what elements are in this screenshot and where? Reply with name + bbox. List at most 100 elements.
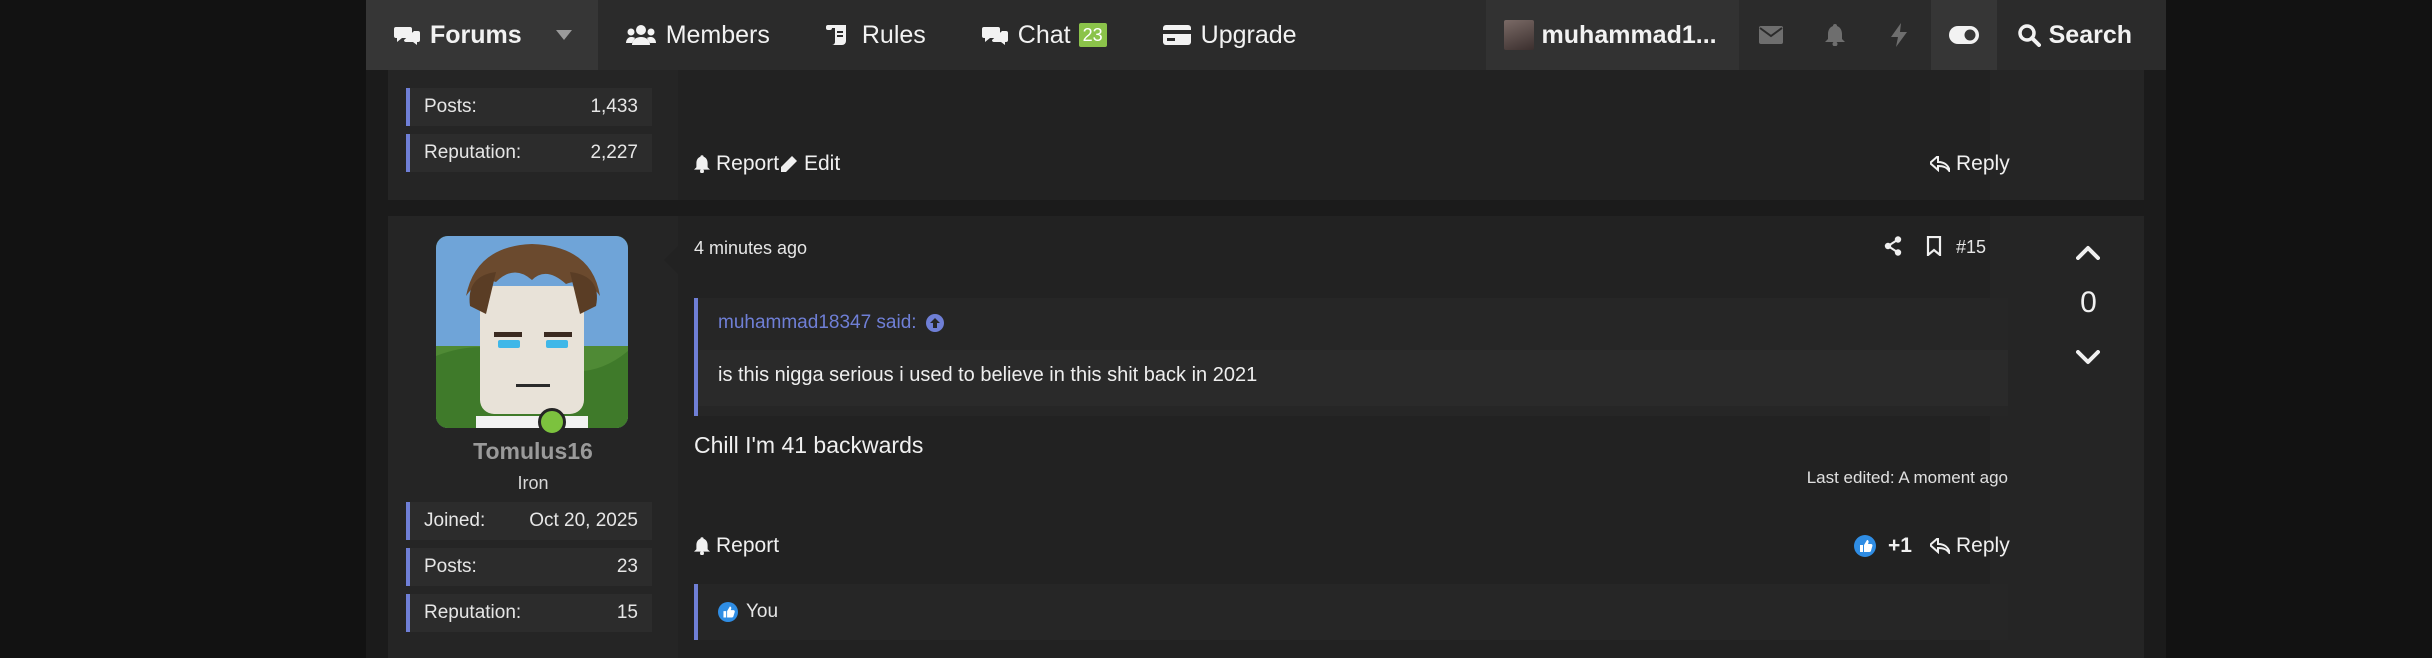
stat-value: 2,227 <box>590 142 638 163</box>
account-username: muhammad1... <box>1541 20 1717 49</box>
reply-button[interactable]: Reply <box>1930 534 2010 558</box>
bookmark-button[interactable] <box>1926 235 1942 261</box>
search-button[interactable]: Search <box>1997 0 2166 70</box>
downvote-button[interactable] <box>2076 350 2100 371</box>
comments-icon <box>394 27 420 45</box>
last-edited-note: Last edited: A moment ago <box>1806 468 2008 487</box>
user-title: Iron <box>517 473 549 493</box>
inbox-button[interactable] <box>1739 0 1803 70</box>
stat-joined: Joined: Oct 20, 2025 <box>406 502 652 540</box>
post-body: Chill I'm 41 backwards <box>694 432 924 458</box>
reply-icon <box>1930 156 1950 172</box>
stat-label: Reputation: <box>424 142 522 163</box>
online-status-indicator <box>538 408 566 436</box>
top-navigation: Forums Members Rules Chat 23 Upgrade muh… <box>366 0 2166 70</box>
scroll-icon <box>825 25 846 45</box>
post-user-column: Tomulus16 Iron Joined: Oct 20, 2025 Post… <box>388 216 652 658</box>
whats-new-button[interactable] <box>1867 0 1931 70</box>
users-icon <box>625 25 656 45</box>
stat-reputation: Reputation: 15 <box>406 594 652 632</box>
account-menu[interactable]: muhammad1... <box>1485 0 1739 70</box>
quote-attribution[interactable]: muhammad18347 said: <box>718 312 945 334</box>
previous-post-stat-posts: Posts: 1,433 <box>406 88 652 126</box>
envelope-icon <box>1758 26 1783 44</box>
stat-value: 15 <box>616 602 638 623</box>
thumbs-up-icon <box>1854 535 1876 557</box>
nav-upgrade[interactable]: Upgrade <box>1135 0 1325 70</box>
share-icon <box>1884 236 1902 256</box>
stat-value: 23 <box>616 556 638 577</box>
search-label: Search <box>2048 20 2132 49</box>
reaction-count: +1 <box>1888 534 1912 557</box>
nav-members-label: Members <box>665 20 770 49</box>
share-button[interactable] <box>1884 236 1902 261</box>
chevron-down-icon[interactable] <box>555 30 582 40</box>
pencil-icon <box>781 156 797 172</box>
stat-label: Posts: <box>424 96 477 117</box>
like-reaction-button[interactable]: +1 <box>1854 534 1912 558</box>
reply-icon <box>1930 538 1950 554</box>
reactions-summary[interactable]: You <box>694 584 2008 640</box>
avatar-image <box>436 236 628 428</box>
toggle-icon <box>1948 26 1979 44</box>
chat-icon <box>981 27 1008 45</box>
bookmark-icon <box>1926 235 1942 258</box>
nav-forums[interactable]: Forums <box>366 0 598 70</box>
previous-post-stat-reputation: Reputation: 2,227 <box>406 134 652 172</box>
vote-score: 0 <box>2080 286 2097 319</box>
nav-forums-label: Forums <box>430 20 522 49</box>
previous-post: Posts: 1,433 Reputation: 2,227 Report Ed… <box>388 70 2144 200</box>
user-avatar[interactable] <box>436 236 628 428</box>
nav-members[interactable]: Members <box>598 0 798 70</box>
bell-icon <box>1824 24 1845 46</box>
quote-text: is this nigga serious i used to believe … <box>698 350 2008 406</box>
reply-label: Reply <box>1956 152 2010 175</box>
arrow-up-circle-icon <box>925 314 944 332</box>
credit-card-icon <box>1162 25 1191 45</box>
edit-button[interactable]: Edit <box>780 152 840 176</box>
stat-label: Posts: <box>424 556 477 577</box>
message-arrow <box>664 246 678 274</box>
alerts-button[interactable] <box>1803 0 1867 70</box>
quote-author: muhammad18347 said: <box>718 312 917 333</box>
previous-post-message: Report Edit Reply <box>678 70 2010 200</box>
post-15: Tomulus16 Iron Joined: Oct 20, 2025 Post… <box>388 216 2144 658</box>
bell-icon <box>694 537 710 555</box>
post-username[interactable]: Tomulus16 <box>388 438 678 465</box>
report-label: Report <box>716 152 780 175</box>
report-button[interactable]: Report <box>694 534 779 558</box>
edit-label: Edit <box>804 152 841 175</box>
stat-label: Reputation: <box>424 602 522 623</box>
thumbs-up-icon <box>718 602 738 622</box>
chat-unread-badge: 23 <box>1078 23 1107 47</box>
quote-block: muhammad18347 said: is this nigga seriou… <box>694 298 2008 416</box>
reply-button[interactable]: Reply <box>1930 152 2010 176</box>
stat-value: Oct 20, 2025 <box>529 510 638 531</box>
nav-chat-label: Chat <box>1017 20 1071 49</box>
vote-column: 0 <box>2033 216 2144 658</box>
reply-label: Reply <box>1956 534 2010 557</box>
report-button[interactable]: Report <box>694 152 779 176</box>
avatar <box>1503 20 1534 50</box>
chevron-up-icon <box>2076 246 2100 260</box>
upvote-button[interactable] <box>2076 244 2100 265</box>
bolt-icon <box>1890 23 1907 47</box>
reactions-by: You <box>746 601 779 622</box>
page-container: Forums Members Rules Chat 23 Upgrade muh… <box>366 0 2166 658</box>
theme-toggle[interactable] <box>1930 0 1997 70</box>
stat-value: 1,433 <box>590 96 638 117</box>
stat-label: Joined: <box>424 510 486 531</box>
nav-rules-label: Rules <box>861 20 926 49</box>
nav-upgrade-label: Upgrade <box>1200 20 1297 49</box>
stat-posts: Posts: 23 <box>406 548 652 586</box>
nav-rules[interactable]: Rules <box>798 0 954 70</box>
bell-icon <box>694 155 710 173</box>
report-label: Report <box>716 534 780 557</box>
previous-post-user-column: Posts: 1,433 Reputation: 2,227 <box>388 70 652 200</box>
nav-chat[interactable]: Chat 23 <box>954 0 1135 70</box>
nav-icon-group <box>1738 0 1931 70</box>
nav-right-group: muhammad1... Search <box>1485 0 2166 70</box>
post-timestamp[interactable]: 4 minutes ago <box>694 238 807 259</box>
post-number[interactable]: #15 <box>1956 237 1986 258</box>
previous-post-vote-column <box>2033 70 2144 200</box>
